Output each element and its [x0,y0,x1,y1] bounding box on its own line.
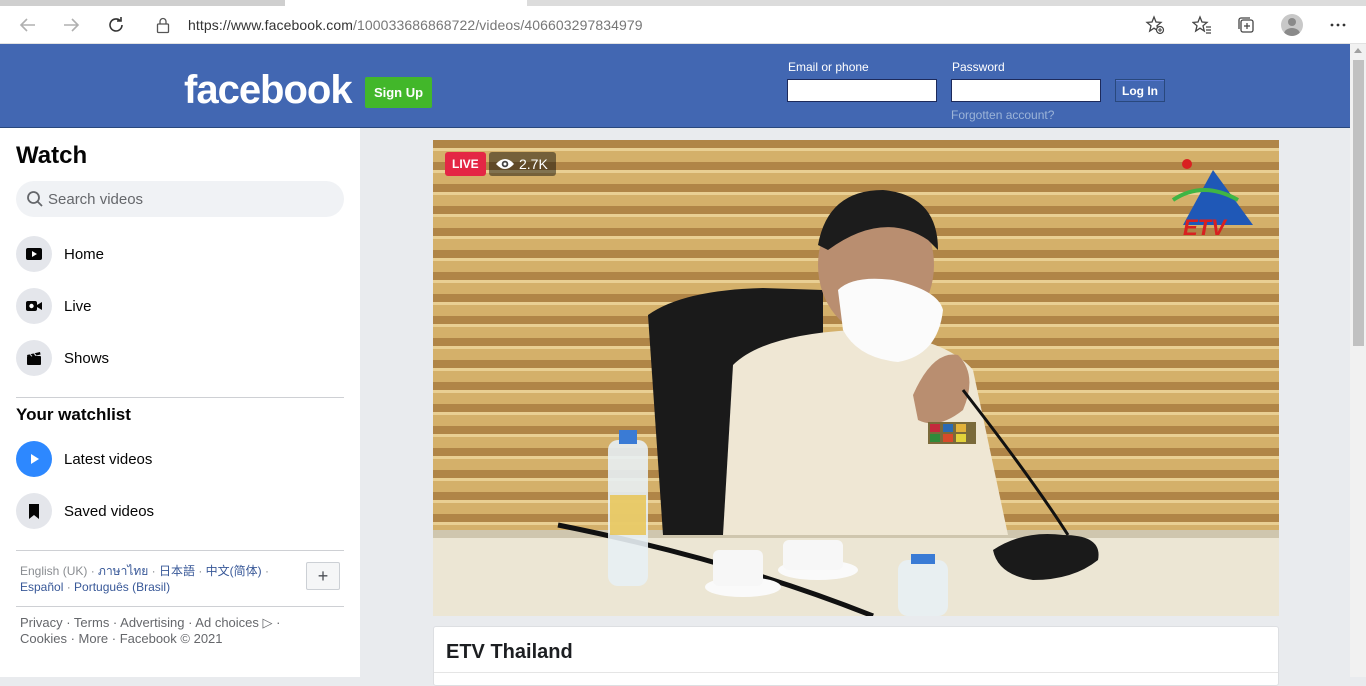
search-placeholder: Search videos [48,191,144,208]
email-label: Email or phone [788,60,869,74]
password-label: Password [952,60,1005,74]
sidebar-item-label: Home [64,245,105,263]
scroll-up-icon[interactable] [1354,48,1362,53]
divider [16,606,344,607]
refresh-icon [109,17,123,32]
live-camera-icon [16,288,52,324]
settings-menu-button[interactable] [1327,14,1349,36]
url-text[interactable]: https://www.facebook.com/100033686868722… [188,17,643,33]
lock-icon[interactable] [155,16,171,34]
more-dots-icon [1330,23,1346,27]
footer-links[interactable]: Privacy · Terms · Advertising · Ad choic… [20,615,300,647]
language-link-portuguese[interactable]: Português (Brasil) [74,580,170,594]
live-badge: LIVE [445,152,486,176]
watchlist-heading: Your watchlist [16,405,131,424]
clapperboard-icon [16,340,52,376]
watch-sidebar: Watch Search videos Home Live Shows Your… [0,128,360,677]
sidebar-item-label: Latest videos [64,450,153,468]
scrollbar-thumb[interactable] [1353,60,1364,346]
sidebar-item-home[interactable]: Home [16,232,346,276]
sidebar-item-latest-videos[interactable]: Latest videos [16,437,346,481]
back-arrow-icon [19,18,35,32]
back-button[interactable] [13,10,43,40]
video-play-icon [16,236,52,272]
divider [434,672,1278,673]
language-link-chinese[interactable]: 中文(简体) [206,564,262,578]
address-bar[interactable]: https://www.facebook.com/100033686868722… [143,10,1175,40]
plus-icon: + [317,565,329,586]
collections-icon [1238,17,1254,33]
divider [16,550,344,551]
password-field[interactable] [951,79,1101,102]
facebook-header: facebook Sign Up Email or phone Password… [0,44,1350,128]
page-scrollbar[interactable] [1350,44,1366,677]
page-title: Watch [16,142,88,169]
profile-avatar-icon [1281,14,1303,36]
sidebar-item-label: Live [64,297,92,315]
language-link-thai[interactable]: ภาษาไทย [98,564,148,578]
facebook-logo[interactable]: facebook [184,68,353,113]
search-input[interactable]: Search videos [16,181,344,217]
language-list: English (UK) · ภาษาไทย · 日本語 · 中文(简体) · … [20,564,270,594]
post-card: ETV Thailand [433,626,1279,686]
log-in-button[interactable]: Log In [1115,79,1165,102]
forgotten-account-link[interactable]: Forgotten account? [951,108,1054,122]
profile-button[interactable] [1281,14,1303,36]
forward-button[interactable] [56,10,86,40]
search-icon [27,191,43,207]
browser-toolbar: https://www.facebook.com/100033686868722… [0,6,1366,44]
divider [16,397,344,398]
page-name-link[interactable]: ETV Thailand [446,641,573,664]
favorites-button[interactable] [1191,14,1213,36]
viewer-count: 2.7K [519,156,548,172]
sidebar-item-live[interactable]: Live [16,284,346,328]
sign-up-button[interactable]: Sign Up [365,77,432,108]
favorites-icon [1192,15,1211,34]
more-languages-button[interactable]: + [306,562,340,590]
video-player[interactable]: ETV LIVE 2.7K [433,140,1279,616]
refresh-button[interactable] [101,10,131,40]
sidebar-item-saved-videos[interactable]: Saved videos [16,489,346,533]
language-link-japanese[interactable]: 日本語 [159,564,195,578]
sidebar-item-label: Shows [64,349,110,367]
sidebar-item-label: Saved videos [64,502,155,520]
bookmark-icon [16,493,52,529]
collections-button[interactable] [1235,14,1257,36]
play-circle-icon [16,441,52,477]
add-favorite-icon[interactable] [1145,15,1165,35]
language-link-spanish[interactable]: Español [20,580,63,594]
eye-icon [496,159,514,169]
current-language: English (UK) [20,564,88,578]
viewer-count-badge: 2.7K [489,152,556,176]
video-frame: ETV [433,140,1279,616]
etv-logo-text: ETV [1183,215,1228,240]
email-field[interactable] [787,79,937,102]
sidebar-item-shows[interactable]: Shows [16,336,346,380]
forward-arrow-icon [64,18,80,32]
